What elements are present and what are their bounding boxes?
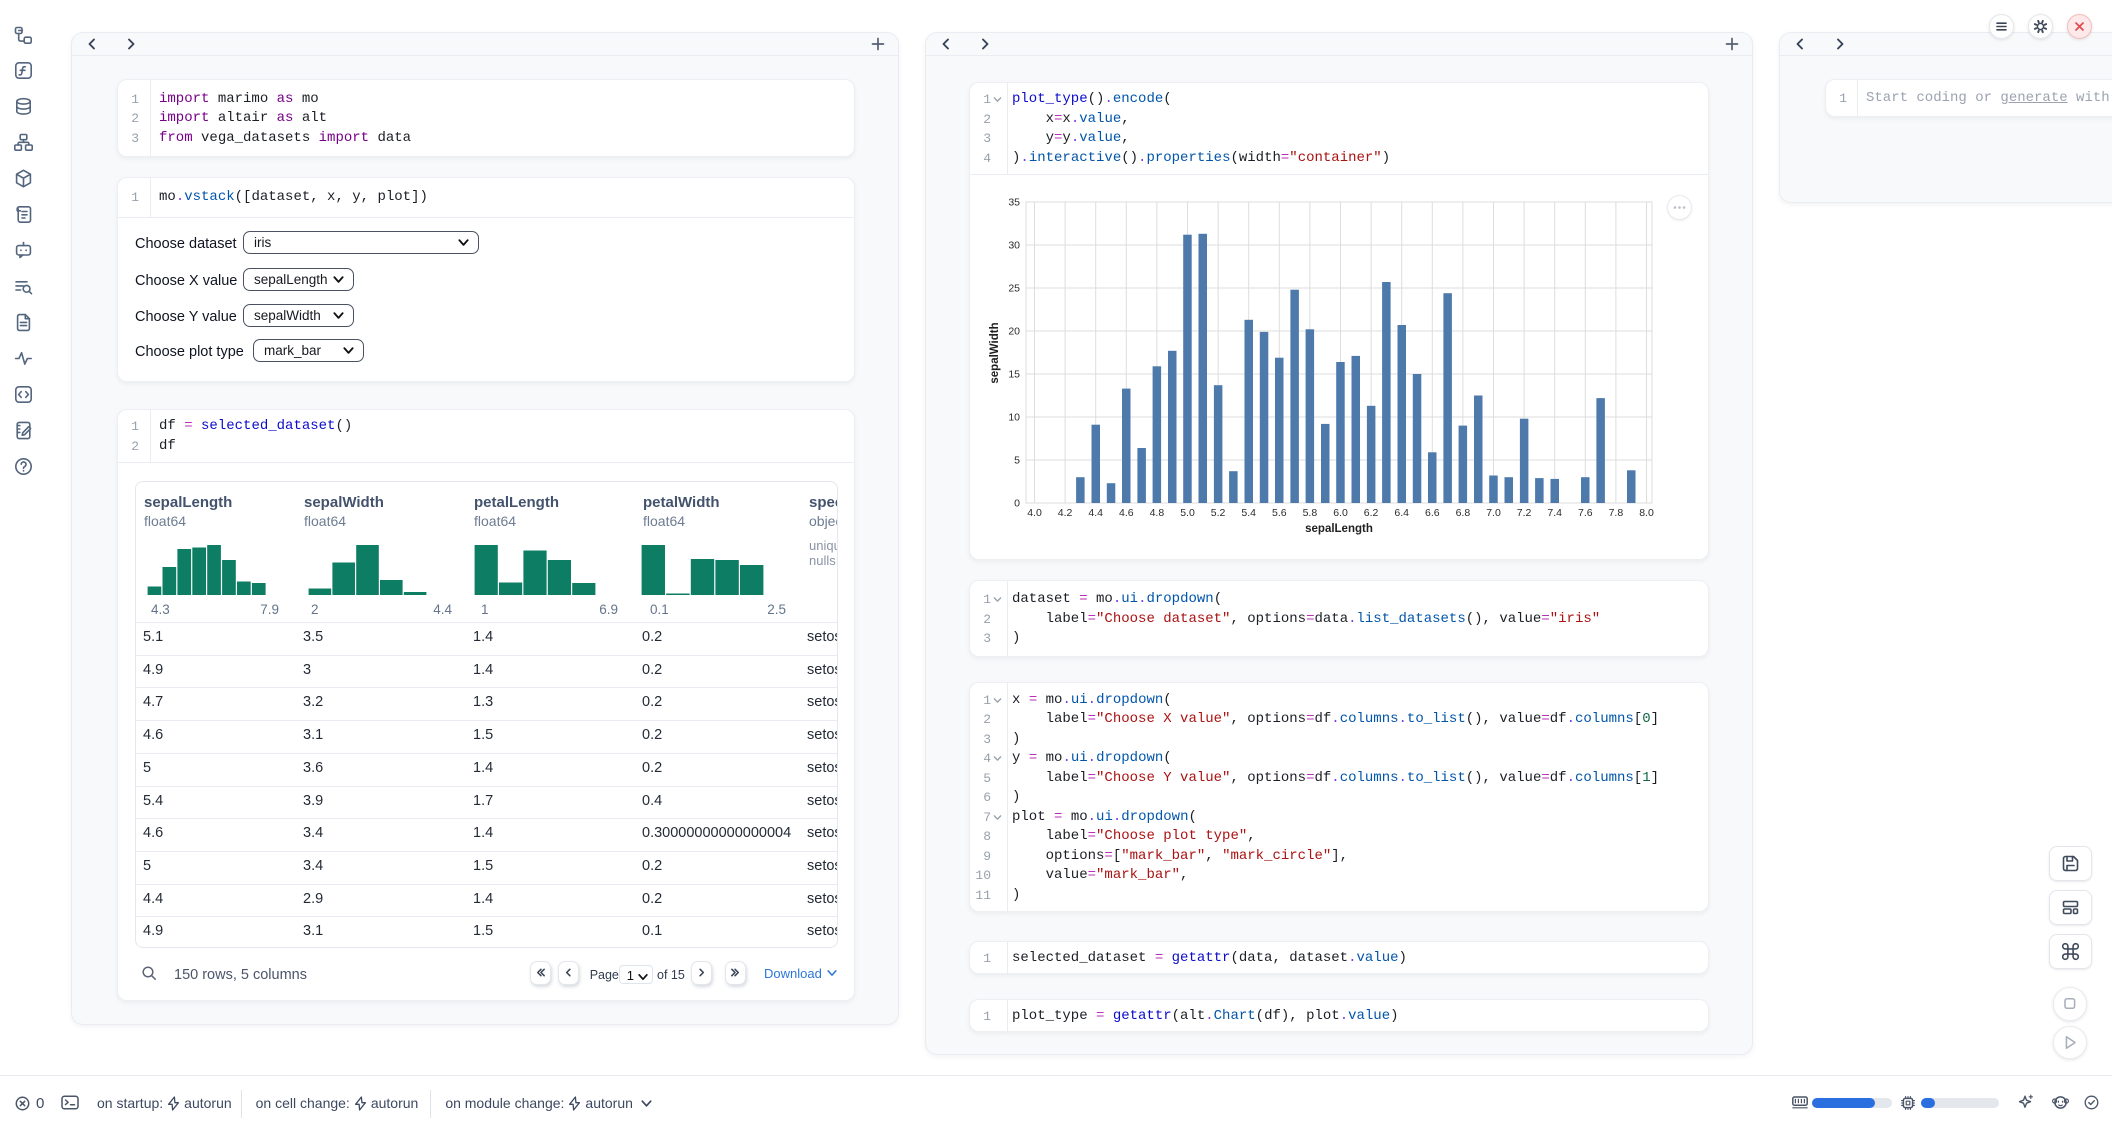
svg-text:5.6: 5.6 (1272, 507, 1287, 519)
svg-text:7.2: 7.2 (1517, 507, 1532, 519)
svg-text:4.6: 4.6 (1119, 507, 1134, 519)
svg-text:6.6: 6.6 (1425, 507, 1440, 519)
svg-text:25: 25 (1008, 283, 1020, 295)
svg-text:6.0: 6.0 (1333, 507, 1348, 519)
svg-text:5.2: 5.2 (1211, 507, 1226, 519)
svg-text:7.6: 7.6 (1578, 507, 1593, 519)
svg-text:sepalWidth: sepalWidth (989, 322, 1001, 383)
svg-text:5.8: 5.8 (1303, 507, 1318, 519)
svg-text:6.8: 6.8 (1456, 507, 1471, 519)
svg-text:4.8: 4.8 (1150, 507, 1165, 519)
svg-text:0: 0 (1014, 498, 1020, 510)
svg-text:20: 20 (1008, 326, 1020, 338)
svg-text:4.4: 4.4 (1088, 507, 1103, 519)
svg-text:30: 30 (1008, 240, 1020, 252)
svg-text:35: 35 (1008, 197, 1020, 209)
svg-text:7.0: 7.0 (1486, 507, 1501, 519)
svg-text:5: 5 (1014, 455, 1020, 467)
svg-text:7.4: 7.4 (1547, 507, 1562, 519)
svg-text:sepalLength: sepalLength (1305, 523, 1373, 535)
svg-text:4.2: 4.2 (1058, 507, 1073, 519)
svg-text:8.0: 8.0 (1639, 507, 1654, 519)
svg-text:7.8: 7.8 (1609, 507, 1624, 519)
svg-text:10: 10 (1008, 412, 1020, 424)
svg-text:5.4: 5.4 (1241, 507, 1256, 519)
svg-text:6.4: 6.4 (1394, 507, 1409, 519)
svg-text:15: 15 (1008, 369, 1020, 381)
svg-text:4.0: 4.0 (1027, 507, 1042, 519)
svg-text:5.0: 5.0 (1180, 507, 1195, 519)
svg-text:6.2: 6.2 (1364, 507, 1379, 519)
